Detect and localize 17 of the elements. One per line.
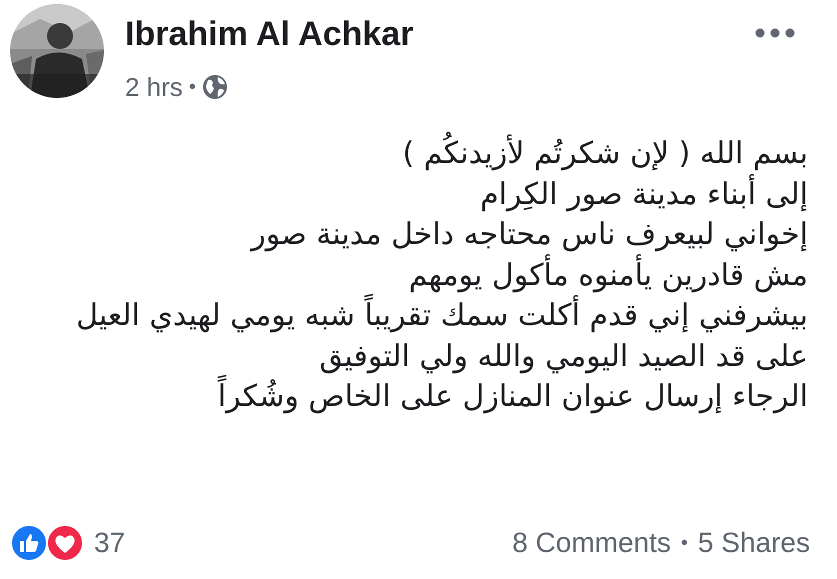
shares-count[interactable]: 5 Shares <box>698 522 810 564</box>
separator: • <box>680 531 688 556</box>
post-text-line: بسم الله ( لإن شكرتُم لأزيدنكُم ) <box>402 134 808 174</box>
post-text-line: على قد الصيد اليومي والله ولي التوفيق <box>319 338 808 376</box>
post-text-line: إخواني لبيعرف ناس محتاجه داخل مدينة صور <box>251 216 808 254</box>
globe-icon <box>202 74 228 100</box>
post-text-line: الرجاء إرسال عنوان المنازل على الخاص وشُكراً <box>218 377 808 418</box>
post-text-line: مش قادرين يأمنوه مأكول يومهم <box>408 256 808 296</box>
comments-count[interactable]: 8 Comments <box>512 522 671 564</box>
post-text-line: بيشرفني إني قدم أكلت سمك تقريباً شبه يومي لهيدي العيل <box>76 296 808 336</box>
separator: • <box>188 75 196 100</box>
post-time[interactable]: 2 hrs <box>125 72 183 102</box>
reaction-icons[interactable] <box>10 524 84 562</box>
more-icon[interactable] <box>755 28 795 38</box>
author-name[interactable]: Ibrahim Al Achkar <box>125 14 414 54</box>
post-text-line: إلى أبناء مدينة صور الكِرام <box>480 174 808 215</box>
reaction-count[interactable]: 37 <box>94 522 126 564</box>
